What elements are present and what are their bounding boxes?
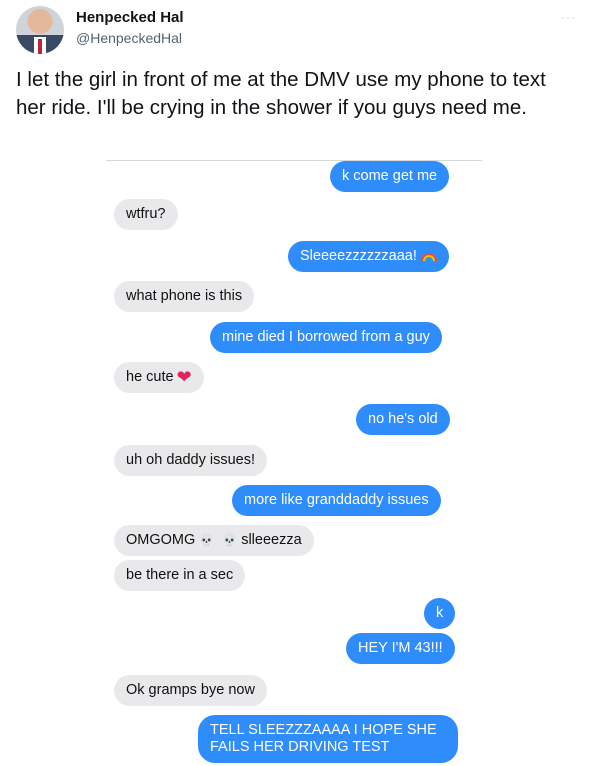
message-bubble-received: wtfru? xyxy=(114,199,178,230)
message-text: k xyxy=(436,605,444,621)
message-text: no he's old xyxy=(368,411,438,427)
author-info: Henpecked Hal @HenpeckedHal xyxy=(76,8,184,48)
message-bubble-received: uh oh daddy issues! xyxy=(114,445,267,476)
skull-icon: 💀 xyxy=(199,533,215,547)
heart-icon: ❤ xyxy=(176,367,192,387)
message-bubble-received: OMGOMG 💀 💀 slleeezza xyxy=(114,525,314,556)
message-bubble-sent: k come get me xyxy=(330,161,450,192)
tweet-text: I let the girl in front of me at the DMV… xyxy=(16,68,546,119)
rainbow-icon xyxy=(420,253,437,261)
message-text: uh oh daddy issues! xyxy=(126,452,255,468)
text-conversation-image: k come get me wtfru? Sleeeezzzzzzaaa! wh… xyxy=(106,160,482,766)
message-bubble-sent: no he's old xyxy=(356,404,450,435)
message-bubble-received: Ok gramps bye now xyxy=(114,675,267,706)
message-bubble-sent: mine died I borrowed from a guy xyxy=(210,322,442,353)
message-bubble-received: what phone is this xyxy=(114,281,255,312)
message-bubble-sent: HEY I'M 43!!! xyxy=(346,633,455,664)
message-bubble-sent: k xyxy=(424,598,456,629)
message-bubble-sent: TELL SLEEZZZAAAA I HOPE SHE FAILS HER DR… xyxy=(198,715,458,763)
message-text: he cute xyxy=(126,369,174,385)
message-bubble-received: be there in a sec xyxy=(114,560,246,591)
message-text: HEY I'M 43!!! xyxy=(358,640,443,656)
tweet-header: Henpecked Hal @HenpeckedHal ··· xyxy=(16,6,576,56)
message-text: more like granddaddy issues xyxy=(244,492,429,508)
handle[interactable]: @HenpeckedHal xyxy=(76,28,184,48)
message-text: k come get me xyxy=(342,168,438,184)
message-text: what phone is this xyxy=(126,288,243,304)
message-bubble-received: he cute ❤ xyxy=(114,362,204,393)
message-text: Sleeeezzzzzzaaa! xyxy=(300,248,417,264)
avatar[interactable] xyxy=(16,6,64,54)
message-text: Ok gramps bye now xyxy=(126,682,255,698)
skull-icon: 💀 xyxy=(222,533,238,547)
display-name[interactable]: Henpecked Hal xyxy=(76,8,184,28)
avatar-tie xyxy=(38,39,42,54)
more-options-icon[interactable]: ··· xyxy=(561,10,576,24)
message-text: wtfru? xyxy=(126,206,166,222)
message-text: TELL SLEEZZZAAAA I HOPE SHE FAILS HER DR… xyxy=(210,722,437,755)
message-bubble-sent: Sleeeezzzzzzaaa! xyxy=(288,241,449,272)
message-text-before: OMGOMG xyxy=(126,532,196,548)
message-text-after: slleeezza xyxy=(241,532,302,548)
message-text: be there in a sec xyxy=(126,567,234,583)
message-bubble-sent: more like granddaddy issues xyxy=(232,485,441,516)
message-text: mine died I borrowed from a guy xyxy=(222,329,430,345)
